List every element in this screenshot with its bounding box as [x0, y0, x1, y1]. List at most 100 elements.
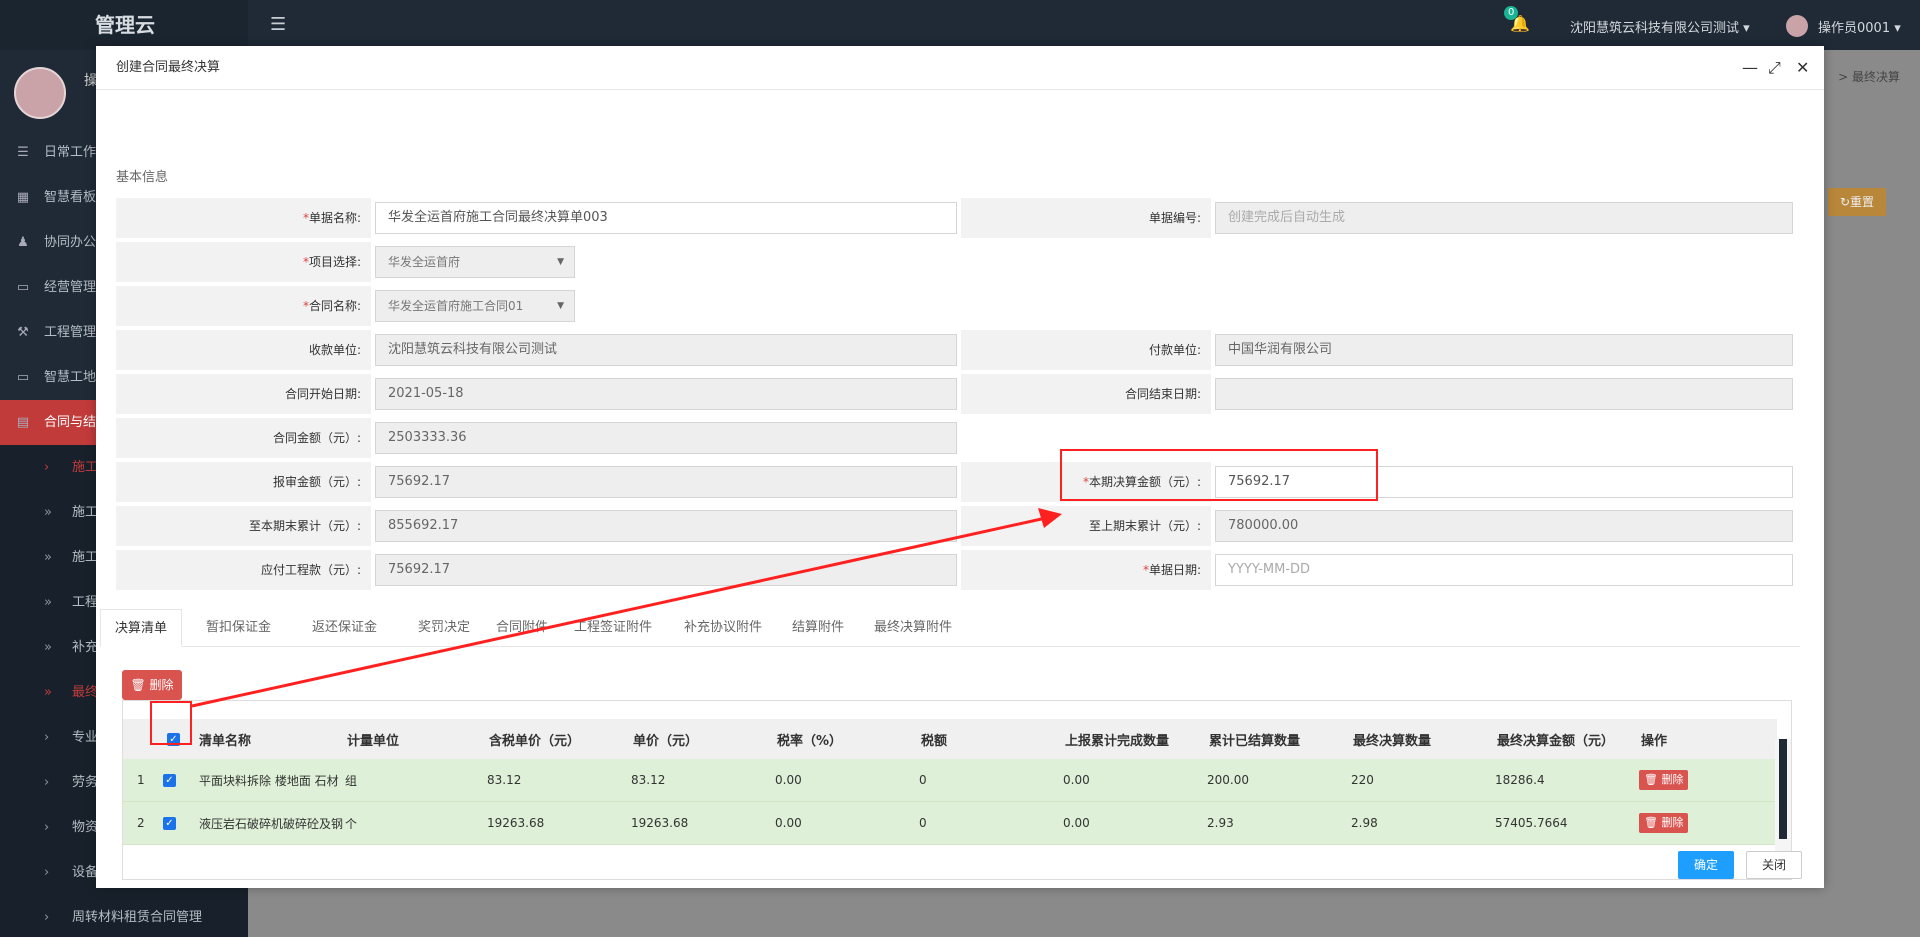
close-button[interactable]: 关闭: [1746, 851, 1802, 879]
cell-final-amount: 57405.7664: [1495, 816, 1568, 830]
col-header: 清单名称: [199, 733, 252, 749]
tab-withheld-deposit[interactable]: 暂扣保证金: [192, 609, 285, 647]
field-label: *单据日期:: [961, 550, 1211, 590]
field-label: *合同名称:: [116, 286, 371, 326]
tab-supplement-attachments[interactable]: 补充协议附件: [670, 609, 776, 647]
form-row: 合同开始日期: 2021-05-18 合同结束日期:: [116, 374, 1796, 414]
monitor-icon: ▭: [16, 280, 30, 295]
cell-tax-price: 19263.68: [487, 816, 545, 830]
field-label: 收款单位:: [116, 330, 371, 370]
brand-logo: 管理云: [0, 0, 248, 50]
double-chevron-icon: »: [44, 685, 52, 700]
sidebar-subitem-label: 工程: [72, 595, 99, 610]
minimize-icon[interactable]: —: [1742, 46, 1758, 90]
doc-name-input[interactable]: 华发全运首府施工合同最终决算单003: [375, 202, 957, 234]
select-all-checkbox[interactable]: ✓: [167, 719, 181, 759]
cell-name: 平面块料拆除 楼地面 石材: [199, 773, 339, 788]
tab-settlement-list[interactable]: 决算清单: [100, 609, 183, 647]
chevron-right-icon: ›: [44, 730, 50, 745]
payer-input[interactable]: 中国华润有限公司: [1215, 334, 1793, 366]
contract-amount-input[interactable]: 2503333.36: [375, 422, 957, 454]
form-row: *合同名称: 华发全运首府施工合同01 ▼: [116, 286, 1796, 326]
row-checkbox[interactable]: ✓: [163, 759, 177, 801]
period-amount-input[interactable]: 75692.17: [1215, 466, 1793, 498]
row-checkbox[interactable]: ✓: [163, 802, 177, 844]
operator-dropdown[interactable]: 操作员0001 ▾: [1818, 17, 1901, 36]
batch-delete-button[interactable]: 🗑 删除: [122, 670, 182, 700]
topbar: ☰ 0 🔔 沈阳慧筑云科技有限公司测试 ▾ 操作员0001 ▾: [248, 0, 1920, 50]
settlement-table: ✓ 清单名称 计量单位 含税单价（元） 单价（元） 税率（%） 税额 上报累计完…: [122, 700, 1792, 880]
sidebar-item-label: 合同与结: [44, 415, 97, 430]
close-icon[interactable]: ✕: [1796, 46, 1809, 90]
cell-price: 19263.68: [631, 816, 689, 830]
tab-rewards-penalties[interactable]: 奖罚决定: [404, 609, 484, 647]
contract-select[interactable]: 华发全运首府施工合同01 ▼: [375, 290, 575, 322]
project-select[interactable]: 华发全运首府 ▼: [375, 246, 575, 278]
payee-input[interactable]: 沈阳慧筑云科技有限公司测试: [375, 334, 957, 366]
double-chevron-icon: »: [44, 550, 52, 565]
tab-contract-attachments[interactable]: 合同附件: [482, 609, 562, 647]
row-delete-button[interactable]: 🗑 删除: [1639, 770, 1689, 790]
col-header: 操作: [1641, 733, 1668, 749]
cell-final-qty[interactable]: 220: [1351, 759, 1451, 801]
sidebar-item-label: 工程管理: [44, 325, 97, 340]
prev-cumulative-input[interactable]: 780000.00: [1215, 510, 1793, 542]
row-index: 2: [137, 816, 145, 830]
col-header: 最终决算金额（元）: [1497, 733, 1615, 749]
doc-no-input[interactable]: 创建完成后自动生成: [1215, 202, 1793, 234]
tab-visa-attachments[interactable]: 工程签证附件: [560, 609, 666, 647]
field-label: 至上期末累计（元）:: [961, 506, 1211, 546]
row-delete-button[interactable]: 🗑 删除: [1639, 813, 1689, 833]
chevron-right-icon: ›: [44, 865, 50, 880]
cell-tax: 0: [919, 773, 927, 787]
col-header: 税率（%）: [777, 733, 843, 749]
sidebar-subitem-label: 补充: [72, 640, 99, 655]
avatar[interactable]: [14, 67, 66, 119]
sidebar-subitem[interactable]: › 周转材料租赁合同管理: [0, 895, 248, 937]
avatar[interactable]: [1786, 15, 1808, 37]
col-header: 计量单位: [347, 733, 400, 749]
start-date-input[interactable]: 2021-05-18: [375, 378, 957, 410]
form-row: 至本期末累计（元）: 855692.17 至上期末累计（元）: 780000.0…: [116, 506, 1796, 546]
company-name: 沈阳慧筑云科技有限公司测试: [1570, 21, 1740, 36]
menu-toggle-icon[interactable]: ☰: [270, 14, 286, 35]
section-title: 基本信息: [116, 170, 169, 185]
company-dropdown[interactable]: 沈阳慧筑云科技有限公司测试 ▾: [1570, 17, 1750, 36]
col-header: 税额: [921, 733, 948, 749]
confirm-button[interactable]: 确定: [1678, 851, 1734, 879]
form-row: 报审金额（元）: 75692.17 *本期决算金额（元）: 75692.17: [116, 462, 1796, 502]
scrollbar-thumb[interactable]: [1779, 739, 1787, 839]
sidebar-subitem-label: 施工: [72, 460, 99, 475]
operator-name: 操作员0001: [1818, 21, 1891, 36]
tab-settlement-attachments[interactable]: 结算附件: [778, 609, 858, 647]
monitor-icon: ▭: [16, 370, 30, 385]
reported-amount-input[interactable]: 75692.17: [375, 466, 957, 498]
reset-button[interactable]: ↻重置: [1828, 188, 1886, 216]
field-label: 至本期末累计（元）:: [116, 506, 371, 546]
sidebar-item-label: 智慧看板: [44, 190, 97, 205]
chevron-right-icon: ›: [44, 775, 50, 790]
end-date-input[interactable]: [1215, 378, 1793, 410]
row-index: 1: [137, 773, 145, 787]
form-row: 应付工程款（元）: 75692.17 *单据日期: YYYY-MM-DD: [116, 550, 1796, 590]
cell-final-qty[interactable]: 2.98: [1351, 802, 1451, 844]
doc-date-input[interactable]: YYYY-MM-DD: [1215, 554, 1793, 586]
trash-icon: 🗑: [130, 678, 146, 692]
cell-name: 液压岩石破碎机破碎砼及钢: [199, 816, 343, 831]
tab-returned-deposit[interactable]: 返还保证金: [298, 609, 391, 647]
cumulative-input[interactable]: 855692.17: [375, 510, 957, 542]
cell-settled: 2.93: [1207, 816, 1234, 830]
col-header: 累计已结算数量: [1209, 733, 1301, 749]
payable-input[interactable]: 75692.17: [375, 554, 957, 586]
refresh-icon: ↻: [1839, 195, 1851, 209]
breadcrumb: > 最终决算: [1838, 70, 1900, 84]
maximize-icon[interactable]: ⤢: [1768, 46, 1781, 90]
modal-header: 创建合同最终决算 — ⤢ ✕: [96, 46, 1824, 90]
cell-unit: 组: [345, 773, 358, 788]
sidebar-subitem-label: 周转材料租赁合同管理: [72, 910, 203, 925]
cell-tax: 0: [919, 816, 927, 830]
sidebar-subitem-label: 物资: [72, 820, 99, 835]
bell-icon[interactable]: 🔔: [1510, 14, 1530, 33]
sidebar-item-label: 协同办公: [44, 235, 97, 250]
tab-final-attachments[interactable]: 最终决算附件: [860, 609, 966, 647]
